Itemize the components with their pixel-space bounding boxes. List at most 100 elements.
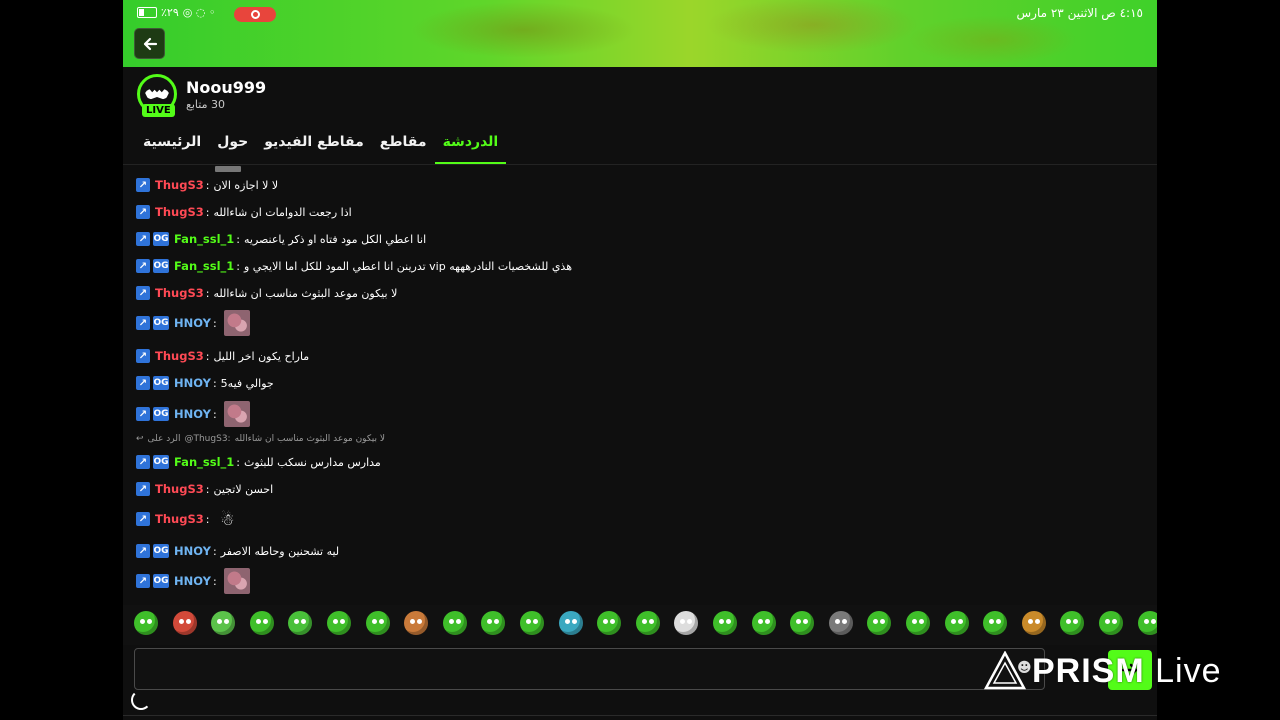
chat-colon: : xyxy=(212,376,217,390)
emote-icon[interactable] xyxy=(1021,611,1046,635)
chat-list[interactable]: ↩ الرد على @ThugS3: لا بيكون موعد البثوث… xyxy=(123,166,1157,600)
chat-colon: : xyxy=(205,178,210,192)
chat-message-text: ماراح يكون اخر الليل xyxy=(213,349,310,363)
moderator-badge-icon: ↗ xyxy=(136,544,150,558)
watermark-suffix: Live xyxy=(1155,651,1222,690)
channel-name[interactable]: Noou999 xyxy=(186,78,266,97)
chat-message[interactable]: ↗ OG HNOY: ليه تشحنين وحاطه الاصفر xyxy=(136,544,339,558)
emote-icon[interactable] xyxy=(211,611,236,635)
tab-chat[interactable]: الدردشة xyxy=(434,134,507,164)
emote-icon[interactable] xyxy=(288,611,313,635)
bat-logo-icon xyxy=(145,88,169,100)
chat-username[interactable]: Fan_ssl_1 xyxy=(174,232,234,246)
emote-icon[interactable] xyxy=(327,611,351,635)
reply-text: لا بيكون موعد البثوث مناسب ان شاءالله xyxy=(234,434,386,444)
og-badge-icon: OG xyxy=(153,455,169,469)
chat-username[interactable]: Fan_ssl_1 xyxy=(174,455,234,469)
loading-spinner-icon xyxy=(131,690,151,710)
chat-username[interactable]: Fan_ssl_1 xyxy=(174,259,234,273)
moderator-badge-icon: ↗ xyxy=(136,286,150,300)
chat-message[interactable]: ↗ OG HNOY: xyxy=(136,568,250,594)
status-icons: ٪٢٩ ◎ ◌ ◦ xyxy=(137,6,215,19)
chat-username[interactable]: ThugS3 xyxy=(155,286,204,300)
emote-icon[interactable] xyxy=(867,611,892,635)
chat-message[interactable]: ↗ ThugS3: لا بيكون موعد البثوث مناسب ان شا… xyxy=(136,286,397,300)
chat-username[interactable]: HNOY xyxy=(174,376,211,390)
emote-icon[interactable] xyxy=(1099,611,1123,635)
emote-icon[interactable] xyxy=(906,611,930,635)
chat-image[interactable] xyxy=(223,568,250,594)
chat-colon: : xyxy=(236,259,240,273)
chat-colon: : xyxy=(205,349,210,363)
emote-icon[interactable] xyxy=(520,611,544,635)
emote-icon[interactable] xyxy=(404,611,429,635)
screen-record-indicator[interactable] xyxy=(234,7,276,22)
send-button[interactable] xyxy=(1108,650,1152,690)
emote-icon[interactable] xyxy=(751,611,776,635)
emote-icon[interactable] xyxy=(635,611,660,635)
emote-icon[interactable] xyxy=(442,611,467,635)
emote-icon[interactable] xyxy=(1060,611,1085,635)
chat-username[interactable]: HNOY xyxy=(174,574,211,588)
chat-message[interactable]: ↗ ThugS3: احسن لاتجين xyxy=(136,482,273,496)
reply-mention: @ThugS3: xyxy=(184,434,231,444)
emote-icon[interactable] xyxy=(597,611,622,635)
emote-bar xyxy=(123,605,1157,645)
cut-off-image xyxy=(215,166,241,172)
tab-about[interactable]: حول xyxy=(209,134,256,164)
chat-message[interactable]: ↗ OG HNOY: xyxy=(136,310,250,336)
emote-icon[interactable] xyxy=(790,611,815,635)
chat-colon: : xyxy=(236,232,240,246)
chat-message[interactable]: ↗ OG HNOY: جوالي فيه5 xyxy=(136,376,274,390)
emote-icon[interactable] xyxy=(944,611,969,635)
moderator-badge-icon: ↗ xyxy=(136,455,150,469)
chat-message[interactable]: ↗ ThugS3: ماراح يكون اخر الليل xyxy=(136,349,309,363)
chat-username[interactable]: ThugS3 xyxy=(155,205,204,219)
chat-image[interactable] xyxy=(223,401,250,427)
emote-icon[interactable] xyxy=(249,611,274,635)
emote-icon[interactable] xyxy=(983,611,1008,635)
emote-icon[interactable] xyxy=(481,611,506,635)
chat-colon: : xyxy=(212,574,217,588)
arrow-left-icon xyxy=(143,37,157,50)
chat-username[interactable]: ThugS3 xyxy=(155,512,204,526)
emote-icon[interactable] xyxy=(1137,611,1157,635)
moderator-badge-icon: ↗ xyxy=(136,349,150,363)
emote-icon[interactable] xyxy=(365,611,390,635)
emote-icon[interactable] xyxy=(172,611,197,635)
reply-icon: ↩ xyxy=(136,434,144,444)
chat-message[interactable]: ↗ OG Fan_ssl_1: مدارس مدارس نسكب للبثوث xyxy=(136,455,381,469)
chat-username[interactable]: HNOY xyxy=(174,407,211,421)
emoji-icon[interactable]: ☻ xyxy=(1017,660,1032,676)
tab-home[interactable]: الرئيسية xyxy=(135,134,209,164)
chat-username[interactable]: ThugS3 xyxy=(155,178,204,192)
moderator-badge-icon: ↗ xyxy=(136,232,150,246)
chat-message[interactable]: ↗ ThugS3: اذا رجعت الدوامات ان شاءالله xyxy=(136,205,352,219)
back-button[interactable] xyxy=(134,28,165,59)
emote-icon[interactable] xyxy=(558,611,583,635)
chat-username[interactable]: ThugS3 xyxy=(155,482,204,496)
chat-colon: : xyxy=(205,482,210,496)
chat-username[interactable]: HNOY xyxy=(174,544,211,558)
chat-input[interactable] xyxy=(134,648,1045,690)
chat-username[interactable]: HNOY xyxy=(174,316,211,330)
chat-message[interactable]: ↗ OG HNOY: xyxy=(136,401,250,427)
chat-message[interactable]: ↗ OG Fan_ssl_1: انا اعطي الكل مود فتاه او ذ… xyxy=(136,232,426,246)
emote-icon[interactable] xyxy=(713,611,737,635)
tabs-divider xyxy=(123,164,1157,165)
emote-icon[interactable] xyxy=(674,611,699,635)
og-badge-icon: OG xyxy=(153,407,169,421)
tab-videos[interactable]: مقاطع الفيديو xyxy=(256,134,372,164)
chat-message[interactable]: ↗ OG Fan_ssl_1: هذي للشخصيات النادرهههه vip… xyxy=(136,259,572,273)
emote-icon[interactable] xyxy=(828,611,853,635)
chat-message[interactable]: ↗ ThugS3: ☃ xyxy=(136,508,237,530)
chat-colon: : xyxy=(236,455,240,469)
moderator-badge-icon: ↗ xyxy=(136,316,150,330)
chat-image[interactable] xyxy=(223,310,250,336)
tab-clips[interactable]: مقاطع xyxy=(372,134,435,164)
chat-message[interactable]: ↗ ThugS3: لا لا اجازه الان xyxy=(136,178,278,192)
reply-reference[interactable]: ↩ الرد على @ThugS3: لا بيكون موعد البثوث… xyxy=(136,434,385,444)
chat-username[interactable]: ThugS3 xyxy=(155,349,204,363)
emote-icon[interactable] xyxy=(134,611,158,635)
chat-colon: : xyxy=(205,205,210,219)
